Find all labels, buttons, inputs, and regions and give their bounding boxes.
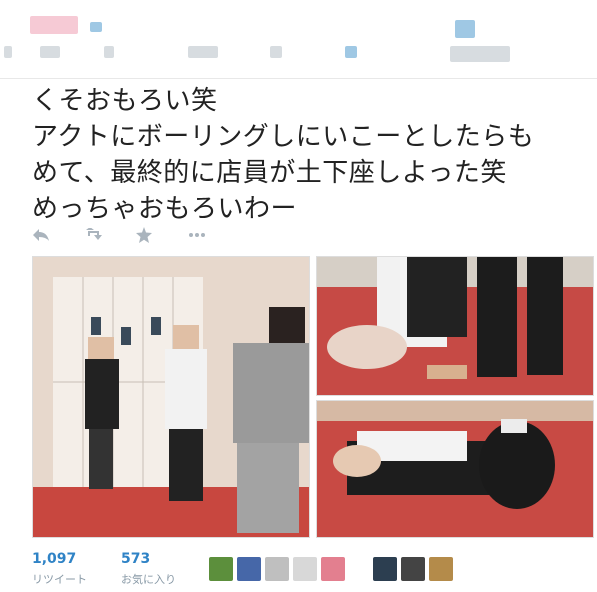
blurred-menu[interactable]: [455, 20, 475, 38]
retweet-stat[interactable]: 1,097 リツイート: [32, 551, 87, 587]
favorite-count: 573: [121, 551, 151, 567]
more-icon[interactable]: [188, 222, 240, 248]
retweet-label: リツイート: [32, 573, 87, 586]
photo-grid: [32, 256, 594, 538]
blurred-text: [104, 46, 114, 58]
avatar[interactable]: [30, 16, 78, 34]
photo-hand-on-floor[interactable]: [316, 256, 594, 396]
retweet-icon[interactable]: [84, 222, 136, 248]
favorite-label: お気に入り: [121, 573, 176, 586]
blurred-text: [270, 46, 282, 58]
blurred-username[interactable]: [90, 22, 102, 32]
tweet-actions: [32, 222, 240, 248]
reply-icon[interactable]: [32, 222, 84, 248]
blurred-follow[interactable]: [345, 46, 357, 58]
avatar[interactable]: [401, 557, 425, 581]
avatar[interactable]: [237, 557, 261, 581]
avatar[interactable]: [265, 557, 289, 581]
blurred-text: [188, 46, 218, 58]
photo-bowing[interactable]: [316, 400, 594, 538]
avatar[interactable]: [373, 557, 397, 581]
avatar[interactable]: [293, 557, 317, 581]
avatar[interactable]: [209, 557, 233, 581]
favoriter-avatars: [209, 557, 453, 581]
tweet-header: [0, 0, 597, 79]
retweet-count: 1,097: [32, 551, 77, 567]
photo-locker-room[interactable]: [32, 256, 310, 538]
blurred-text: [450, 46, 510, 62]
star-icon[interactable]: [136, 222, 188, 248]
tweet-text: くそおもろい笑 アクトにボーリングしにいこーとしたらも めて、最終的に店員が土下…: [32, 86, 535, 224]
avatar[interactable]: [429, 557, 453, 581]
avatar[interactable]: [321, 557, 345, 581]
tweet-stats: 1,097 リツイート 573 お気に入り: [32, 551, 176, 587]
blurred-handle: [4, 46, 12, 58]
favorite-stat[interactable]: 573 お気に入り: [121, 551, 176, 587]
blurred-text: [40, 46, 60, 58]
